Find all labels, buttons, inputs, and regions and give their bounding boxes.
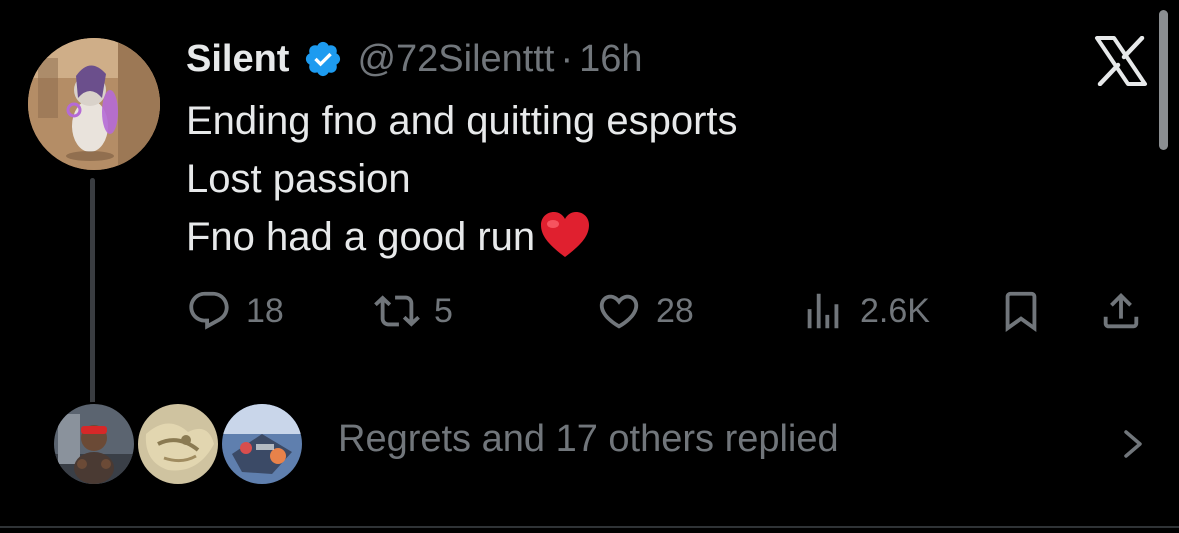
header-separator: · — [560, 37, 574, 80]
views-count: 2.6K — [860, 291, 930, 330]
views-button[interactable]: 2.6K — [800, 286, 930, 336]
share-icon — [1098, 288, 1144, 334]
replier-avatar — [136, 402, 220, 486]
tweet-header: Silent @72Silenttt · 16h — [186, 36, 643, 82]
like-count: 28 — [656, 291, 694, 330]
x-logo-icon[interactable] — [1094, 35, 1148, 87]
repost-count: 5 — [434, 291, 453, 330]
divider — [0, 526, 1179, 528]
reply-button[interactable]: 18 — [186, 286, 284, 336]
tweet-text-fragment: Fno had a good run — [186, 215, 536, 259]
replier-avatar — [52, 402, 136, 486]
share-button[interactable] — [1098, 286, 1144, 336]
tweet-action-bar: 18 5 28 2.6K — [186, 286, 1146, 336]
tweet-text-line: Fno had a good run — [186, 208, 738, 266]
red-heart-emoji — [539, 210, 591, 260]
repost-button[interactable]: 5 — [374, 286, 453, 336]
tweet-text-line: Ending fno and quitting esports — [186, 99, 738, 143]
author-display-name[interactable]: Silent — [186, 38, 289, 81]
tweet-timestamp[interactable]: 16h — [579, 38, 642, 81]
reply-count: 18 — [246, 291, 284, 330]
verified-badge-icon[interactable] — [303, 39, 343, 79]
scrollbar-thumb[interactable] — [1159, 10, 1168, 150]
bookmark-button[interactable] — [998, 286, 1044, 336]
author-handle[interactable]: @72Silenttt — [357, 38, 554, 81]
tweet-body: Ending fno and quitting esports Lost pas… — [186, 92, 738, 266]
replies-summary-text: Regrets and 17 others replied — [338, 418, 839, 460]
bookmark-icon — [998, 288, 1044, 334]
repost-icon — [374, 288, 420, 334]
reply-bubble-icon — [186, 288, 232, 334]
author-avatar[interactable] — [28, 38, 160, 170]
views-bar-icon — [800, 288, 846, 334]
heart-icon — [596, 288, 642, 334]
tweet-text-line: Lost passion — [186, 157, 411, 201]
thread-connector-line — [90, 178, 95, 406]
replies-summary-row[interactable]: Regrets and 17 others replied — [52, 402, 1162, 486]
like-button[interactable]: 28 — [596, 286, 694, 336]
replier-avatar — [220, 402, 304, 486]
chevron-right-icon[interactable] — [1122, 424, 1146, 464]
